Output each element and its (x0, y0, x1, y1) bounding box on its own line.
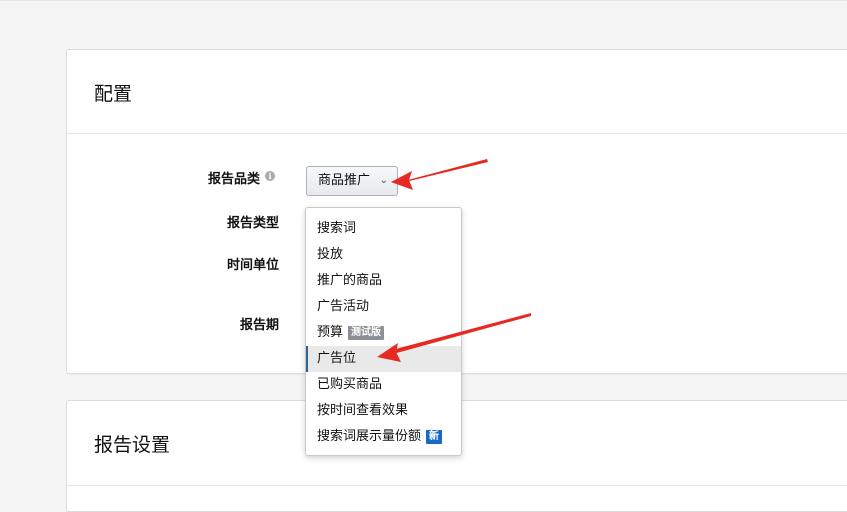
annotation-arrow-top (391, 159, 488, 190)
annotation-arrows (377, 159, 531, 362)
annotation-arrow-bottom (377, 313, 531, 362)
